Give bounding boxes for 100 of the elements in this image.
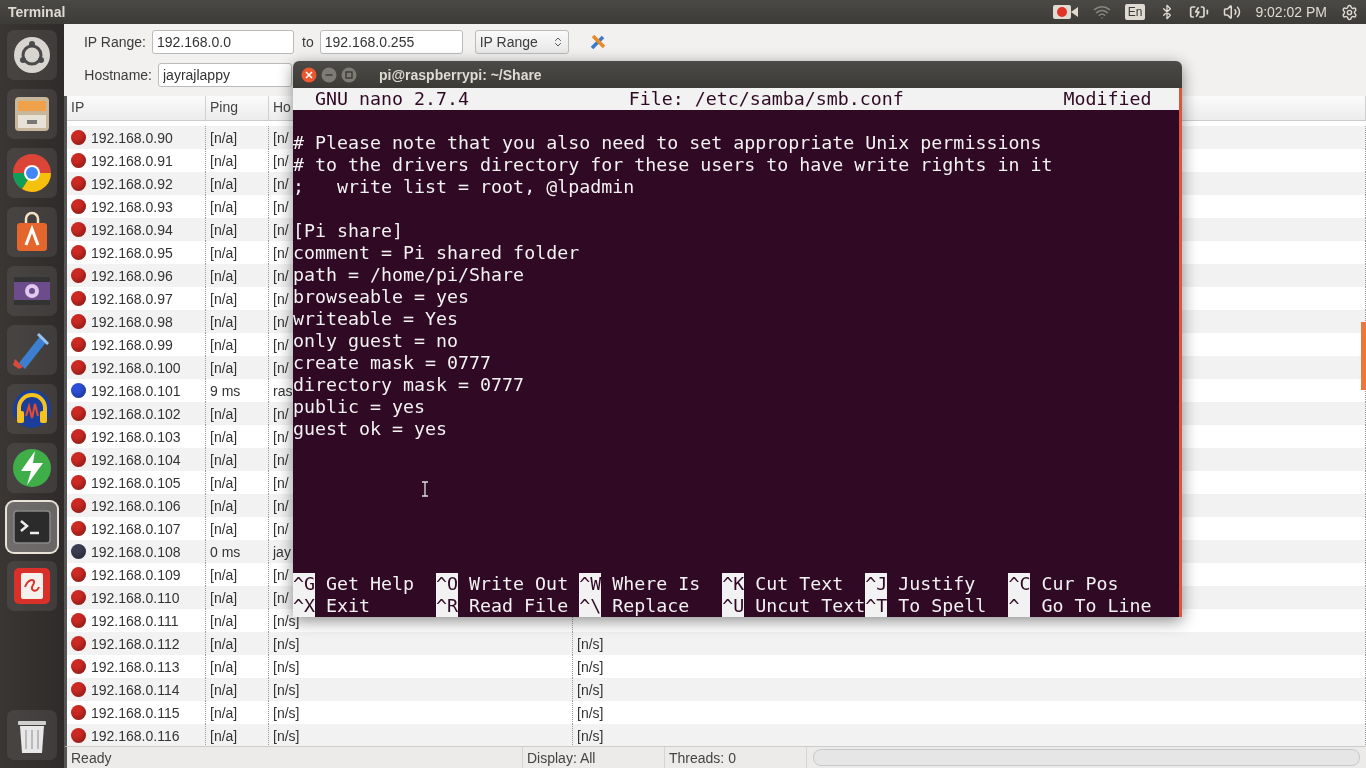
table-cell: [n/a] <box>210 681 238 698</box>
code-line: # to the drivers directory for these users to have write rights in it <box>293 154 1053 176</box>
code-line: directory mask = 0777 <box>293 374 525 396</box>
table-cell: [n/s] <box>577 681 604 698</box>
table-cell: 192.168.0.103 <box>91 428 181 445</box>
launcher-item[interactable] <box>7 148 57 198</box>
table-cell: 192.168.0.115 <box>91 704 180 721</box>
column-header[interactable]: Ping <box>206 96 269 120</box>
launcher-item[interactable] <box>7 561 57 611</box>
volume-icon[interactable] <box>1223 3 1242 21</box>
table-cell: 192.168.0.104 <box>91 451 181 468</box>
table-cell: 192.168.0.113 <box>91 658 180 675</box>
table-cell: [n/ <box>273 336 289 353</box>
table-cell: [n/ <box>273 428 289 445</box>
keyboard-indicator[interactable]: En <box>1124 4 1146 20</box>
table-cell: [n/a] <box>210 727 238 744</box>
shortcut-key: ^C <box>1008 573 1031 595</box>
table-cell: [n/a] <box>210 451 238 468</box>
table-cell: [n/ <box>273 474 289 491</box>
lightning-icon <box>11 447 53 489</box>
table-cell: 192.168.0.106 <box>91 497 181 514</box>
table-cell: 192.168.0.112 <box>91 635 180 652</box>
table-cell: [n/s] <box>577 658 604 675</box>
table-cell: [n/s] <box>273 704 300 721</box>
launcher-item[interactable] <box>7 266 57 316</box>
table-cell: [n/s] <box>577 704 604 721</box>
ip-range-label: IP Range: <box>83 34 146 50</box>
table-cell: 192.168.0.99 <box>91 336 173 353</box>
shortcut-key: ^J <box>865 573 888 595</box>
table-cell: [n/ <box>273 129 289 146</box>
table-cell: [n/a] <box>210 336 238 353</box>
table-cell: [n/a] <box>210 198 238 215</box>
shortcut-label: Write Out <box>469 573 569 595</box>
shortcut-key: ^U <box>722 595 745 617</box>
clock[interactable]: 9:02:02 PM <box>1255 4 1327 20</box>
tools-icon[interactable] <box>588 33 607 51</box>
shortcut-key: ^X <box>293 595 315 617</box>
table-cell: [n/a] <box>210 290 238 307</box>
launcher-item[interactable] <box>7 502 57 552</box>
headphones-icon <box>11 388 53 430</box>
table-cell: [n/ <box>273 451 289 468</box>
table-cell: [n/a] <box>210 405 238 422</box>
settings-icon[interactable] <box>1341 3 1358 21</box>
shortcut-key: ^T <box>865 595 888 617</box>
dash-icon <box>12 35 52 75</box>
code-line: only guest = no <box>293 330 459 352</box>
table-cell: [n/a] <box>210 612 238 629</box>
table-cell: [n/a] <box>210 428 238 445</box>
launcher-item[interactable] <box>7 443 57 493</box>
table-cell: [n/a] <box>210 497 238 514</box>
wifi-icon[interactable] <box>1092 3 1111 21</box>
launcher-item[interactable] <box>7 384 57 434</box>
table-cell: [n/s] <box>273 727 300 744</box>
modified-status: Modified <box>1063 88 1152 110</box>
table-cell: 192.168.0.114 <box>91 681 180 698</box>
range-end-field[interactable]: 192.168.0.255 <box>319 30 463 54</box>
code-line: writeable = Yes <box>293 308 459 330</box>
maximize-icon[interactable] <box>341 66 357 83</box>
launcher-item[interactable] <box>7 207 57 257</box>
table-cell: [n/a] <box>210 152 238 169</box>
table-cell: [n/ <box>273 152 289 169</box>
window-title: pi@raspberrypi: ~/Share <box>379 66 542 83</box>
shortcut-key: ^R <box>436 595 459 617</box>
table-cell: [n/a] <box>210 520 238 537</box>
hostname-field[interactable]: jayrajlappy <box>158 63 292 87</box>
table-cell: [n/ <box>273 359 289 376</box>
record-icon[interactable] <box>1052 4 1079 20</box>
table-cell: 192.168.0.108 <box>91 543 181 560</box>
shortcut-label: Where Is <box>612 573 701 595</box>
table-cell: [n/a] <box>210 658 238 675</box>
table-cell: 192.168.0.96 <box>91 267 173 284</box>
shortcut-label: Get Help <box>326 573 415 595</box>
table-cell: 192.168.0.94 <box>91 221 173 238</box>
code-line: ; write list = root, @lpadmin <box>293 176 635 198</box>
launcher-item[interactable] <box>7 30 57 80</box>
table-cell: 192.168.0.95 <box>91 244 173 261</box>
range-start-field[interactable]: 192.168.0.0 <box>152 30 294 54</box>
scrollbar-thumb[interactable] <box>1361 322 1366 390</box>
table-cell: 0 ms <box>210 543 241 560</box>
table-cell: [n/a] <box>210 221 238 238</box>
editor-name: GNU nano 2.7.4 <box>315 88 470 110</box>
column-header[interactable]: Ho <box>269 96 293 120</box>
shortcut-key: ^\ <box>579 595 602 617</box>
table-cell: [n/ <box>273 497 289 514</box>
table-cell: [n/ <box>273 290 289 307</box>
trash-button[interactable] <box>7 710 57 760</box>
table-cell: 192.168.0.110 <box>91 589 180 606</box>
shortcut-key: ^G <box>293 573 315 595</box>
code-line: guest ok = yes <box>293 418 448 440</box>
close-icon[interactable] <box>301 66 317 83</box>
shortcut-label: To Spell <box>898 595 987 617</box>
range-type-dropdown[interactable]: IP Range <box>474 30 569 54</box>
table-cell: 192.168.0.111 <box>91 612 179 629</box>
table-cell: [n/s] <box>273 658 300 675</box>
launcher-item[interactable] <box>7 89 57 139</box>
table-cell: 192.168.0.92 <box>91 175 173 192</box>
code-line: comment = Pi shared folder <box>293 242 580 264</box>
table-cell: [n/a] <box>210 589 238 606</box>
column-header[interactable]: IP <box>67 96 206 120</box>
status-text: Ready <box>67 747 523 768</box>
